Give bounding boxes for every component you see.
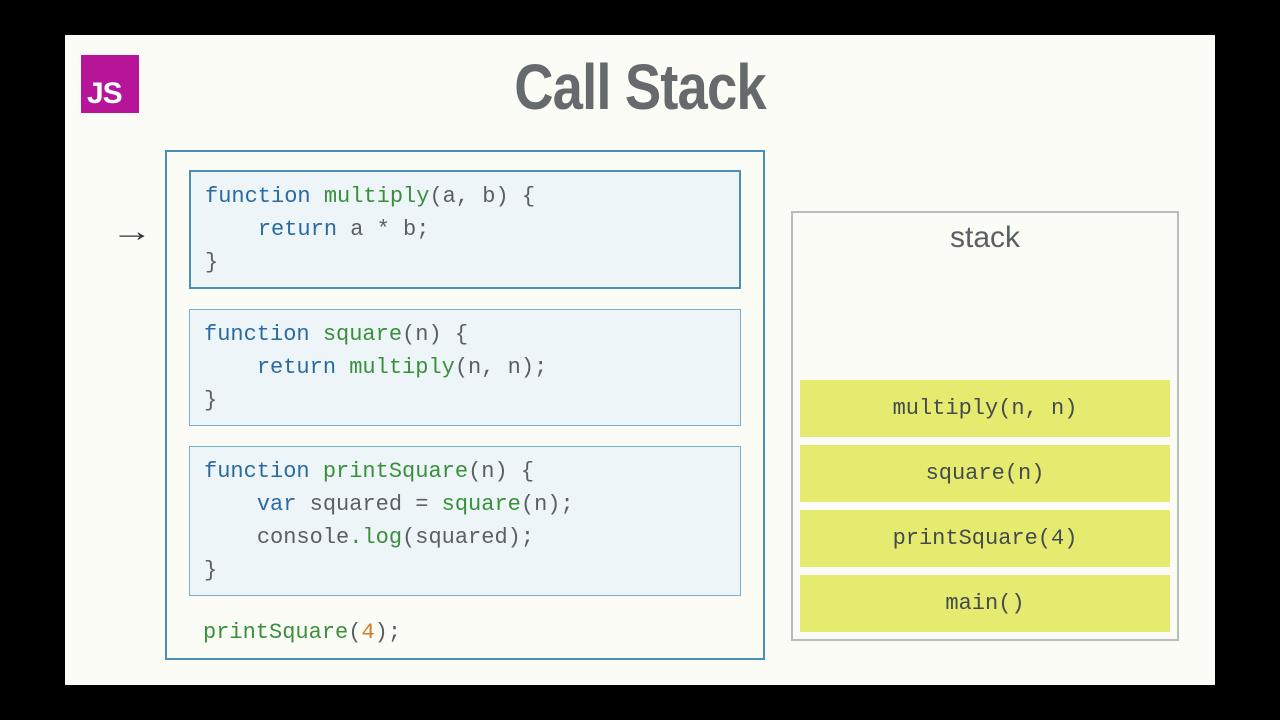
- stack-title: stack: [800, 221, 1170, 255]
- kw-function: function: [204, 459, 310, 484]
- kw-function: function: [204, 322, 310, 347]
- fn-square-call: square: [442, 492, 521, 517]
- fn-multiply: multiply: [324, 184, 430, 209]
- code-panel: function multiply(a, b) { return a * b; …: [165, 150, 765, 660]
- kw-function: function: [205, 184, 311, 209]
- execution-arrow-icon: →: [111, 215, 153, 249]
- code-text: (n);: [521, 492, 574, 517]
- stack-frame: square(n): [800, 445, 1170, 502]
- stack-frame: main(): [800, 575, 1170, 632]
- code-text: }: [204, 558, 217, 583]
- kw-return: return: [257, 355, 336, 380]
- code-text: (n, n);: [455, 355, 547, 380]
- fn-printsquare: printSquare: [323, 459, 468, 484]
- kw-var: var: [257, 492, 297, 517]
- code-text: (n) {: [402, 322, 468, 347]
- code-text: a * b;: [337, 217, 429, 242]
- slide: JS Call Stack → function multiply(a, b) …: [65, 35, 1215, 685]
- stack-panel: stack multiply(n, n) square(n) printSqua…: [791, 211, 1179, 641]
- kw-return: return: [258, 217, 337, 242]
- code-text: }: [205, 250, 218, 275]
- fn-multiply-call: multiply: [349, 355, 455, 380]
- fn-square: square: [323, 322, 402, 347]
- code-text: (a, b) {: [429, 184, 535, 209]
- code-block-square: function square(n) { return multiply(n, …: [189, 309, 741, 426]
- code-text: );: [375, 620, 401, 645]
- stack-frame: multiply(n, n): [800, 380, 1170, 437]
- js-logo-icon: JS: [81, 55, 139, 113]
- code-text: (squared);: [402, 525, 534, 550]
- code-text: (: [348, 620, 361, 645]
- code-block-multiply: function multiply(a, b) { return a * b; …: [189, 170, 741, 289]
- code-text: }: [204, 388, 217, 413]
- fn-printsquare-call: printSquare: [203, 620, 348, 645]
- slide-title: Call Stack: [151, 50, 1129, 124]
- code-text: squared =: [296, 492, 441, 517]
- code-call-line: printSquare(4);: [189, 616, 741, 649]
- code-number: 4: [361, 620, 374, 645]
- code-block-printsquare: function printSquare(n) { var squared = …: [189, 446, 741, 596]
- stack-frame: printSquare(4): [800, 510, 1170, 567]
- stack-empty-space: [800, 261, 1170, 372]
- code-text: console: [257, 525, 349, 550]
- code-text: (n) {: [468, 459, 534, 484]
- fn-log: .log: [349, 525, 402, 550]
